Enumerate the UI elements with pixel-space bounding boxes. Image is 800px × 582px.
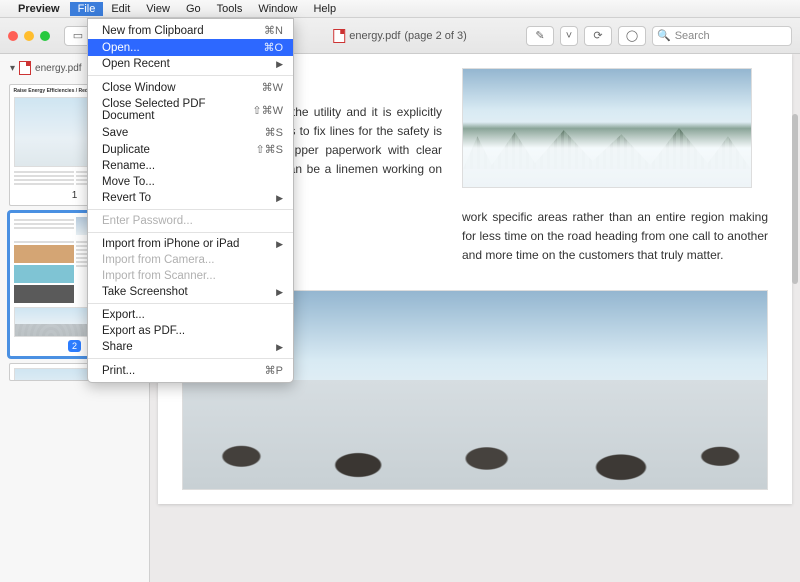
menu-item-label: Print... xyxy=(102,365,135,377)
menu-item-label: Export as PDF... xyxy=(102,325,185,337)
sidebar-doc-name: energy.pdf xyxy=(35,63,82,74)
menu-item-import-from-scanner: Import from Scanner... xyxy=(88,268,293,284)
menu-item-label: Export... xyxy=(102,309,145,321)
disclosure-triangle-icon[interactable]: ▾ xyxy=(10,63,15,74)
minimize-window-button[interactable] xyxy=(24,31,34,41)
menu-separator xyxy=(88,303,293,304)
markup-menu-button[interactable]: ˅ xyxy=(560,26,578,46)
share-button[interactable]: ◯ xyxy=(618,26,646,46)
menu-item-label: Close Window xyxy=(102,82,176,94)
menu-item-take-screenshot[interactable]: Take Screenshot ▶ xyxy=(88,284,293,300)
menu-item-rename[interactable]: Rename... xyxy=(88,158,293,174)
menu-item-export-as-pdf[interactable]: Export as PDF... xyxy=(88,323,293,339)
pdf-icon xyxy=(19,61,31,75)
menu-item-label: Import from Camera... xyxy=(102,254,214,266)
file-menu-dropdown: New from Clipboard ⌘N Open... ⌘O Open Recent… xyxy=(87,18,294,383)
menu-item-label: Close Selected PDF Document xyxy=(102,98,252,122)
search-placeholder: Search xyxy=(675,30,710,42)
menu-item-close-window[interactable]: Close Window ⌘W xyxy=(88,79,293,96)
menu-item-label: Share xyxy=(102,341,133,353)
menu-item-open[interactable]: Open... ⌘O xyxy=(88,39,293,56)
window-title-name: energy.pdf xyxy=(349,30,400,42)
menu-item-enter-password: Enter Password... xyxy=(88,213,293,229)
menu-item-label: Take Screenshot xyxy=(102,286,188,298)
pencil-icon: ✎ xyxy=(535,29,544,42)
menu-item-label: Rename... xyxy=(102,160,155,172)
vertical-scrollbar[interactable] xyxy=(792,114,798,284)
menu-item-label: Import from iPhone or iPad xyxy=(102,238,239,250)
app-name[interactable]: Preview xyxy=(18,3,60,15)
menu-item-share[interactable]: Share ▶ xyxy=(88,339,293,355)
menu-item-move-to[interactable]: Move To... xyxy=(88,174,293,190)
menu-separator xyxy=(88,232,293,233)
menu-item-print[interactable]: Print... ⌘P xyxy=(88,362,293,379)
menu-go[interactable]: Go xyxy=(178,2,209,16)
menu-item-save[interactable]: Save ⌘S xyxy=(88,124,293,141)
menu-item-label: Import from Scanner... xyxy=(102,270,216,282)
menu-item-revert-to[interactable]: Revert To ▶ xyxy=(88,190,293,206)
markup-button[interactable]: ✎ xyxy=(526,26,554,46)
menu-item-label: Revert To xyxy=(102,192,151,204)
menu-item-shortcut: ⌘W xyxy=(262,81,283,94)
menu-item-label: Open... xyxy=(102,42,140,54)
menu-tools[interactable]: Tools xyxy=(209,2,251,16)
close-window-button[interactable] xyxy=(8,31,18,41)
menu-edit[interactable]: Edit xyxy=(103,2,138,16)
menu-item-label: New from Clipboard xyxy=(102,25,204,37)
submenu-arrow-icon: ▶ xyxy=(276,59,283,70)
menu-item-label: Open Recent xyxy=(102,58,170,70)
menu-item-shortcut: ⌘N xyxy=(264,24,283,37)
search-field[interactable]: 🔍 Search xyxy=(652,26,792,46)
menu-item-shortcut: ⌘O xyxy=(263,41,283,54)
thumb-page-number: 2 xyxy=(68,340,81,352)
article-photo-mountains xyxy=(462,68,752,188)
zoom-window-button[interactable] xyxy=(40,31,50,41)
submenu-arrow-icon: ▶ xyxy=(276,287,283,298)
menu-item-import-from-camera: Import from Camera... xyxy=(88,252,293,268)
body-text-right: work specific areas rather than an entir… xyxy=(462,208,768,266)
menu-separator xyxy=(88,209,293,210)
macos-menubar: Preview File Edit View Go Tools Window H… xyxy=(0,0,800,18)
menu-item-import-from-iphone-or-ipad[interactable]: Import from iPhone or iPad ▶ xyxy=(88,236,293,252)
person-icon: ◯ xyxy=(626,29,638,42)
submenu-arrow-icon: ▶ xyxy=(276,239,283,250)
menu-item-shortcut: ⌘P xyxy=(265,364,283,377)
submenu-arrow-icon: ▶ xyxy=(276,342,283,353)
menu-file[interactable]: File xyxy=(70,2,104,16)
menu-item-label: Save xyxy=(102,127,128,139)
menu-item-label: Move To... xyxy=(102,176,155,188)
menu-help[interactable]: Help xyxy=(305,2,344,16)
menu-separator xyxy=(88,75,293,76)
menu-item-close-selected-pdf-document[interactable]: Close Selected PDF Document⇧⌘W xyxy=(88,96,293,124)
window-title: energy.pdf (page 2 of 3) xyxy=(333,29,467,43)
menu-item-export[interactable]: Export... xyxy=(88,307,293,323)
pdf-icon xyxy=(333,29,345,43)
menu-window[interactable]: Window xyxy=(250,2,305,16)
menu-item-label: Duplicate xyxy=(102,144,150,156)
rotate-icon: ⟳ xyxy=(593,29,602,42)
menu-item-shortcut: ⌘S xyxy=(265,126,283,139)
window-title-suffix: (page 2 of 3) xyxy=(404,30,466,42)
rotate-button[interactable]: ⟳ xyxy=(584,26,612,46)
menu-item-duplicate[interactable]: Duplicate ⇧⌘S xyxy=(88,141,293,158)
menu-item-shortcut: ⇧⌘W xyxy=(252,104,283,117)
menu-separator xyxy=(88,358,293,359)
menu-view[interactable]: View xyxy=(138,2,178,16)
traffic-lights xyxy=(8,31,50,41)
submenu-arrow-icon: ▶ xyxy=(276,193,283,204)
search-icon: 🔍 xyxy=(657,29,671,42)
menu-item-shortcut: ⇧⌘S xyxy=(255,143,283,156)
menu-item-open-recent[interactable]: Open Recent ▶ xyxy=(88,56,293,72)
menu-item-new-from-clipboard[interactable]: New from Clipboard ⌘N xyxy=(88,22,293,39)
menu-item-label: Enter Password... xyxy=(102,215,193,227)
